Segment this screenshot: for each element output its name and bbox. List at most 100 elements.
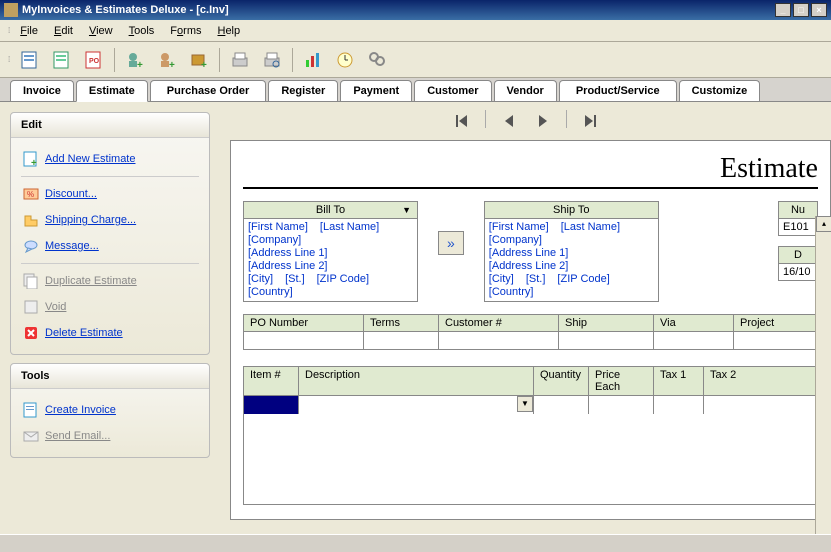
menu-forms[interactable]: Forms bbox=[162, 23, 209, 39]
col-project: Project bbox=[734, 315, 817, 331]
duplicate-estimate-link[interactable]: Duplicate Estimate bbox=[21, 268, 199, 294]
svg-text:%: % bbox=[27, 190, 34, 199]
col-po-number: PO Number bbox=[244, 315, 364, 331]
bill-to-block: Bill To ▼ [First Name][Last Name] [Compa… bbox=[243, 201, 418, 302]
date-label: D bbox=[778, 246, 818, 264]
number-label: Nu bbox=[778, 201, 818, 219]
status-bar bbox=[0, 534, 831, 552]
info-grid-row[interactable] bbox=[243, 332, 818, 350]
tab-purchase-order[interactable]: Purchase Order bbox=[150, 80, 267, 101]
add-icon: + bbox=[23, 151, 39, 167]
tab-customer[interactable]: Customer bbox=[414, 80, 491, 101]
tools-panel-title: Tools bbox=[11, 364, 209, 389]
ship-to-address[interactable]: [First Name][Last Name] [Company] [Addre… bbox=[484, 219, 659, 302]
maximize-button[interactable]: □ bbox=[793, 3, 809, 17]
bill-to-dropdown[interactable]: Bill To ▼ bbox=[243, 201, 418, 219]
tab-product-service[interactable]: Product/Service bbox=[559, 80, 677, 101]
menu-help[interactable]: Help bbox=[209, 23, 248, 39]
message-link[interactable]: Message... bbox=[21, 233, 199, 259]
ship-to-header: Ship To bbox=[484, 201, 659, 219]
col-tax2: Tax 2 bbox=[704, 367, 817, 396]
close-button[interactable]: × bbox=[811, 3, 827, 17]
number-field[interactable]: E101 bbox=[778, 219, 818, 236]
tab-register[interactable]: Register bbox=[268, 80, 338, 101]
first-record-button[interactable] bbox=[451, 110, 473, 132]
toolbar-print-icon[interactable] bbox=[228, 48, 252, 72]
svg-text:+: + bbox=[31, 158, 37, 167]
estimate-document: Estimate Bill To ▼ [First Name][Last Nam… bbox=[230, 140, 831, 520]
toolbar-find-icon[interactable] bbox=[365, 48, 389, 72]
col-via: Via bbox=[654, 315, 734, 331]
description-dropdown-button[interactable]: ▼ bbox=[517, 396, 533, 412]
vertical-scrollbar[interactable]: ▴ bbox=[815, 216, 831, 534]
col-item: Item # bbox=[244, 367, 299, 396]
tab-bar: Invoice Estimate Purchase Order Register… bbox=[0, 78, 831, 102]
shipping-charge-link[interactable]: Shipping Charge... bbox=[21, 207, 199, 233]
items-row-selected[interactable]: ▼ bbox=[244, 396, 817, 414]
svg-text:PO: PO bbox=[89, 58, 100, 65]
toolbar-print-preview-icon[interactable] bbox=[260, 48, 284, 72]
duplicate-icon bbox=[23, 273, 39, 289]
toolbar-new-invoice-icon[interactable] bbox=[18, 48, 42, 72]
toolbar-chart-icon[interactable] bbox=[301, 48, 325, 72]
col-tax1: Tax 1 bbox=[654, 367, 704, 396]
discount-link[interactable]: % Discount... bbox=[21, 181, 199, 207]
items-grid: Item # Description Quantity Price Each T… bbox=[243, 366, 818, 505]
menubar: ⁞ File Edit View Tools Forms Help bbox=[0, 20, 831, 42]
separator bbox=[292, 48, 293, 72]
edit-panel-title: Edit bbox=[11, 113, 209, 138]
add-new-estimate-link[interactable]: + Add New Estimate bbox=[21, 146, 199, 172]
tab-customize[interactable]: Customize bbox=[679, 80, 761, 101]
svg-text:+: + bbox=[201, 60, 207, 70]
tab-estimate[interactable]: Estimate bbox=[76, 80, 148, 102]
window-title: MyInvoices & Estimates Deluxe - [c.Inv] bbox=[22, 4, 775, 16]
app-icon bbox=[4, 3, 18, 17]
col-price: Price Each bbox=[589, 367, 654, 396]
chevron-down-icon: ▼ bbox=[402, 205, 411, 215]
ship-to-block: Ship To [First Name][Last Name] [Company… bbox=[484, 201, 659, 302]
email-icon bbox=[23, 428, 39, 444]
void-link[interactable]: Void bbox=[21, 294, 199, 320]
items-body[interactable] bbox=[244, 414, 817, 504]
document-title: Estimate bbox=[243, 153, 818, 189]
edit-panel: Edit + Add New Estimate % Discount... Sh… bbox=[10, 112, 210, 355]
svg-text:+: + bbox=[169, 60, 175, 70]
svg-text:+: + bbox=[137, 60, 143, 70]
tools-panel: Tools Create Invoice Send Email... bbox=[10, 363, 210, 458]
menu-tools[interactable]: Tools bbox=[121, 23, 163, 39]
bill-to-address[interactable]: [First Name][Last Name] [Company] [Addre… bbox=[243, 219, 418, 302]
next-record-button[interactable] bbox=[532, 110, 554, 132]
record-nav bbox=[220, 102, 831, 140]
scroll-up-button[interactable]: ▴ bbox=[816, 216, 831, 232]
delete-icon bbox=[23, 325, 39, 341]
tab-invoice[interactable]: Invoice bbox=[10, 80, 74, 101]
menu-edit[interactable]: Edit bbox=[46, 23, 81, 39]
separator bbox=[219, 48, 220, 72]
content-area: Estimate Bill To ▼ [First Name][Last Nam… bbox=[220, 102, 831, 552]
col-terms: Terms bbox=[364, 315, 439, 331]
minimize-button[interactable]: _ bbox=[775, 3, 791, 17]
last-record-button[interactable] bbox=[579, 110, 601, 132]
col-customer: Customer # bbox=[439, 315, 559, 331]
toolbar-clock-icon[interactable] bbox=[333, 48, 357, 72]
tab-payment[interactable]: Payment bbox=[340, 80, 412, 101]
menu-file[interactable]: File bbox=[12, 23, 46, 39]
delete-estimate-link[interactable]: Delete Estimate bbox=[21, 320, 199, 346]
menu-view[interactable]: View bbox=[81, 23, 121, 39]
toolbar: ⁞ PO + + + bbox=[0, 42, 831, 78]
toolbar-estimate-icon[interactable] bbox=[50, 48, 74, 72]
shipping-icon bbox=[23, 212, 39, 228]
titlebar: MyInvoices & Estimates Deluxe - [c.Inv] … bbox=[0, 0, 831, 20]
toolbar-add-vendor-icon[interactable]: + bbox=[155, 48, 179, 72]
void-icon bbox=[23, 299, 39, 315]
tab-vendor[interactable]: Vendor bbox=[494, 80, 557, 101]
create-invoice-link[interactable]: Create Invoice bbox=[21, 397, 199, 423]
send-email-link[interactable]: Send Email... bbox=[21, 423, 199, 449]
toolbar-add-product-icon[interactable]: + bbox=[187, 48, 211, 72]
sidebar: Edit + Add New Estimate % Discount... Sh… bbox=[0, 102, 220, 552]
copy-address-button[interactable]: » bbox=[438, 231, 464, 255]
toolbar-add-person-icon[interactable]: + bbox=[123, 48, 147, 72]
date-field[interactable]: 16/10 bbox=[778, 264, 818, 281]
toolbar-po-icon[interactable]: PO bbox=[82, 48, 106, 72]
prev-record-button[interactable] bbox=[498, 110, 520, 132]
